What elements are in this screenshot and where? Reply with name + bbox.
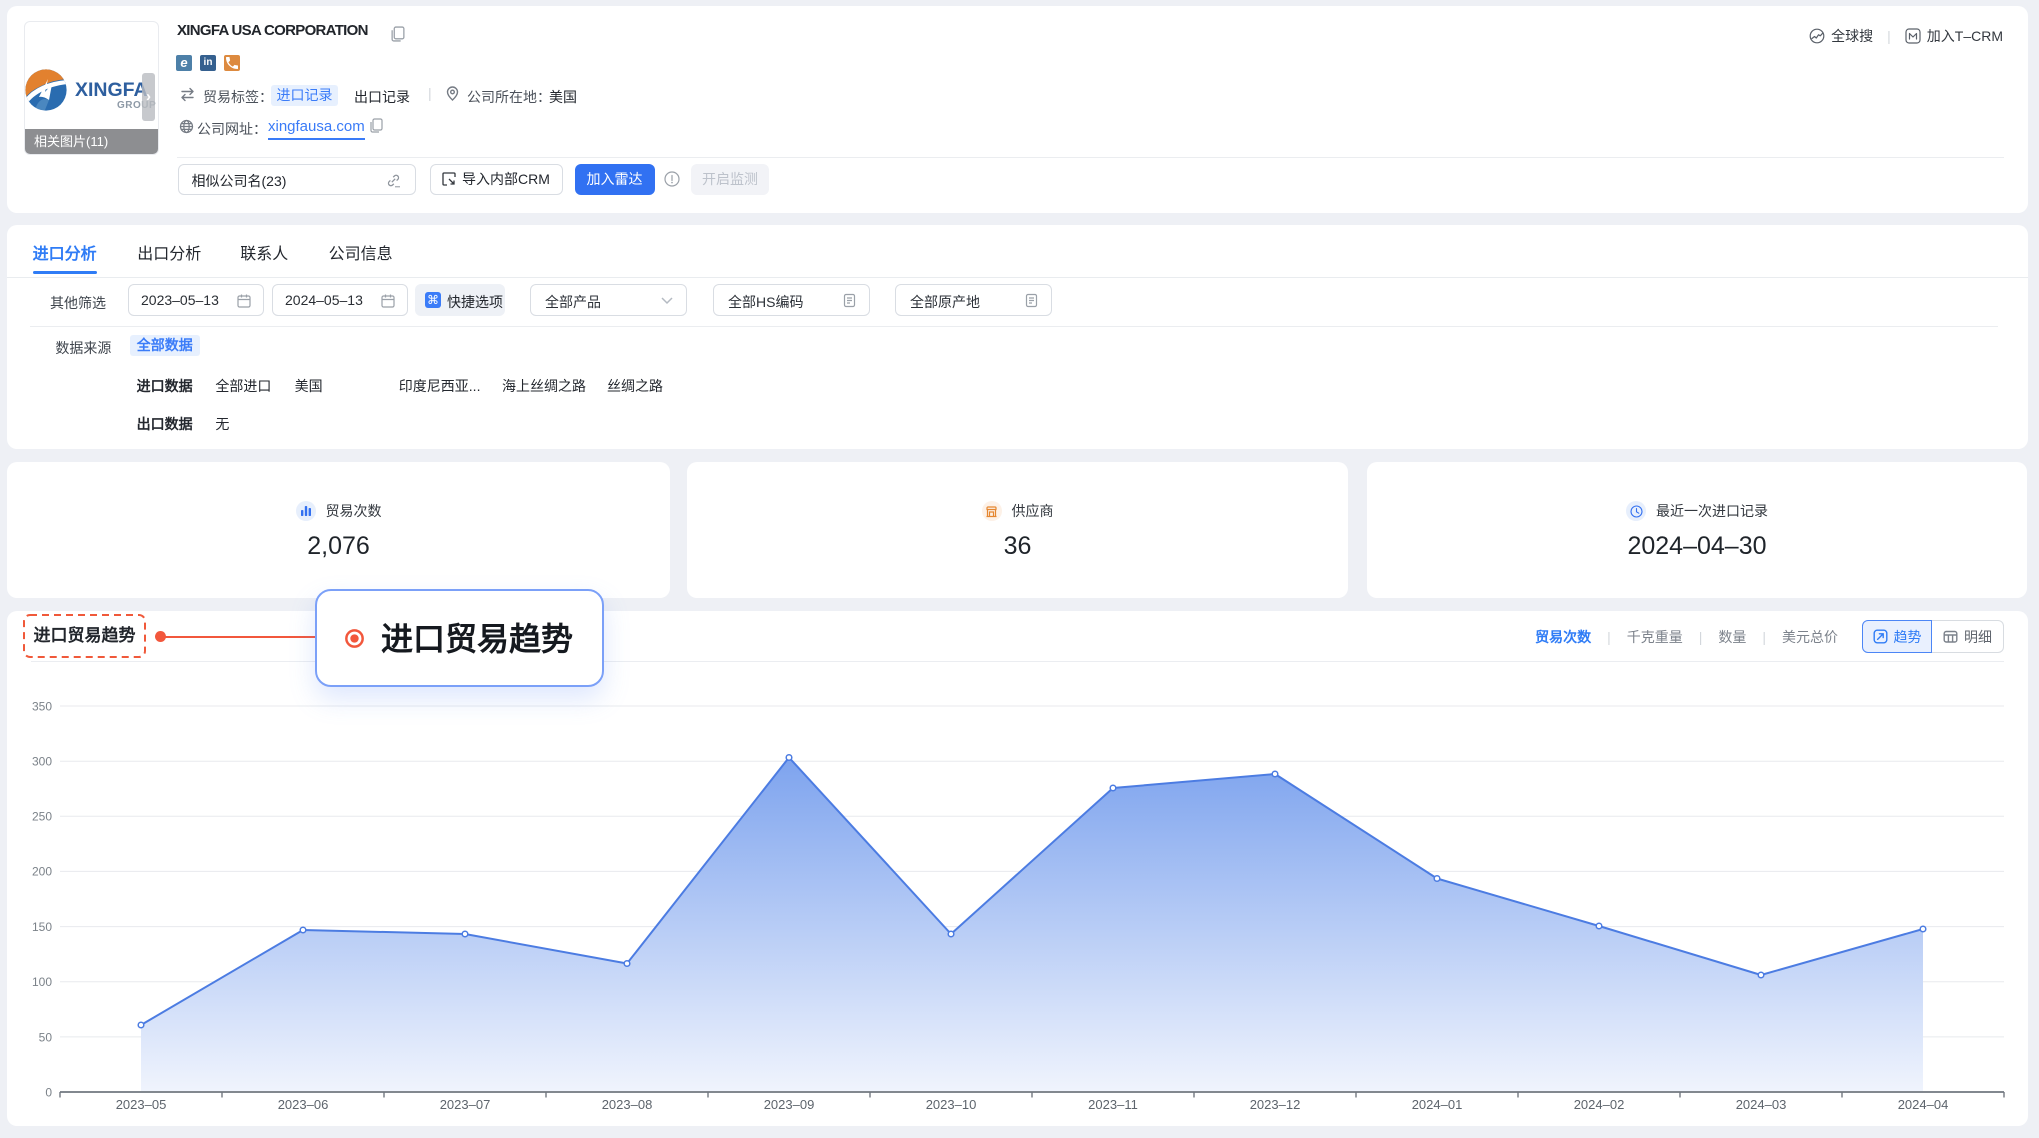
svg-text:2024–02: 2024–02 — [1574, 1097, 1625, 1112]
svg-text:200: 200 — [32, 865, 52, 879]
svg-text:50: 50 — [39, 1031, 53, 1045]
svg-text:2024–04: 2024–04 — [1898, 1097, 1949, 1112]
svg-text:2023–08: 2023–08 — [602, 1097, 653, 1112]
svg-text:2023–10: 2023–10 — [926, 1097, 977, 1112]
svg-text:2023–05: 2023–05 — [116, 1097, 167, 1112]
svg-text:2024–01: 2024–01 — [1412, 1097, 1463, 1112]
svg-text:100: 100 — [32, 975, 52, 989]
svg-text:2023–11: 2023–11 — [1088, 1097, 1138, 1112]
svg-text:0: 0 — [45, 1086, 52, 1100]
svg-text:350: 350 — [32, 700, 52, 714]
svg-text:2023–12: 2023–12 — [1250, 1097, 1301, 1112]
svg-text:2023–06: 2023–06 — [278, 1097, 329, 1112]
svg-text:300: 300 — [32, 755, 52, 769]
svg-text:2023–07: 2023–07 — [440, 1097, 491, 1112]
svg-text:XINGFA: XINGFA — [75, 79, 148, 101]
svg-text:150: 150 — [32, 920, 52, 934]
svg-text:250: 250 — [32, 810, 52, 824]
svg-text:2023–09: 2023–09 — [764, 1097, 815, 1112]
svg-text:2024–03: 2024–03 — [1736, 1097, 1787, 1112]
